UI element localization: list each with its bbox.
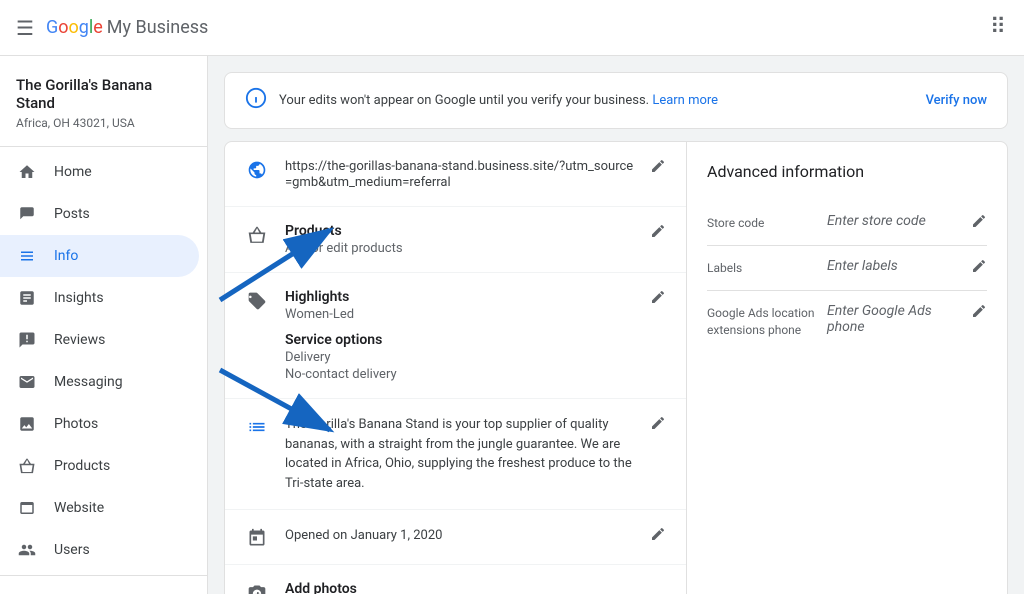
sidebar: The Gorilla's Banana Stand Africa, OH 43… bbox=[0, 56, 208, 594]
sidebar-item-users[interactable]: Users bbox=[0, 529, 199, 571]
highlights-title: Highlights bbox=[285, 289, 638, 305]
opened-content: Opened on January 1, 2020 bbox=[285, 526, 638, 546]
bag-icon bbox=[245, 225, 269, 245]
content-area: Your edits won't appear on Google until … bbox=[208, 56, 1024, 594]
highlights-value: Women-Led bbox=[285, 307, 638, 322]
sidebar-label-photos: Photos bbox=[54, 416, 98, 432]
edit-highlights-icon[interactable] bbox=[650, 289, 666, 309]
sidebar-item-posts[interactable]: Posts bbox=[0, 193, 199, 235]
reviews-icon bbox=[16, 329, 38, 351]
posts-icon bbox=[16, 203, 38, 225]
photos-icon bbox=[16, 413, 38, 435]
add-photos-content: Add photos bbox=[285, 581, 666, 594]
website-url: https://the-gorillas-banana-stand.busine… bbox=[285, 159, 633, 190]
sidebar-item-photos[interactable]: Photos bbox=[0, 403, 199, 445]
products-title: Products bbox=[285, 223, 638, 239]
sidebar-item-info[interactable]: Info bbox=[0, 235, 199, 277]
logo: Google My Business bbox=[46, 17, 208, 38]
info-row-highlights: Highlights Women-Led Service options Del… bbox=[225, 273, 686, 399]
sidebar-item-home[interactable]: Home bbox=[0, 151, 199, 193]
business-address: Africa, OH 43021, USA bbox=[0, 116, 207, 142]
sidebar-item-website[interactable]: Website bbox=[0, 487, 199, 529]
website-url-content: https://the-gorillas-banana-stand.busine… bbox=[285, 158, 638, 190]
info-icon bbox=[16, 245, 38, 267]
insights-icon bbox=[16, 287, 38, 309]
products-icon bbox=[16, 455, 38, 477]
sidebar-item-reviews[interactable]: Reviews bbox=[0, 319, 199, 361]
website-icon bbox=[16, 497, 38, 519]
sidebar-label-messaging: Messaging bbox=[54, 374, 123, 390]
google-ads-value: Enter Google Ads phone bbox=[827, 303, 963, 335]
info-card: https://the-gorillas-banana-stand.busine… bbox=[224, 141, 1008, 594]
products-content: Products Add or edit products bbox=[285, 223, 638, 256]
sidebar-divider-top bbox=[0, 146, 207, 147]
adv-row-google-ads: Google Ads location extensions phone Ent… bbox=[707, 291, 987, 351]
business-name: The Gorilla's Banana Stand bbox=[0, 64, 207, 116]
info-row-add-photos: Add photos bbox=[225, 565, 686, 594]
service-options-title: Service options bbox=[285, 332, 638, 348]
info-row-description: The Gorilla's Banana Stand is your top s… bbox=[225, 399, 686, 510]
sidebar-label-website: Website bbox=[54, 500, 104, 516]
products-subtitle: Add or edit products bbox=[285, 241, 638, 256]
home-icon bbox=[16, 161, 38, 183]
info-row-website: https://the-gorillas-banana-stand.busine… bbox=[225, 142, 686, 207]
users-icon bbox=[16, 539, 38, 561]
logo-google: Google bbox=[46, 17, 103, 38]
edit-opened-icon[interactable] bbox=[650, 526, 666, 546]
highlights-content: Highlights Women-Led Service options Del… bbox=[285, 289, 638, 382]
sidebar-item-create-ad[interactable]: Create an ad bbox=[0, 584, 199, 594]
edit-google-ads-icon[interactable] bbox=[971, 303, 987, 323]
edit-products-icon[interactable] bbox=[650, 223, 666, 243]
add-photos-text: Add photos bbox=[285, 581, 357, 594]
advanced-column: Advanced information Store code Enter st… bbox=[687, 142, 1007, 594]
sidebar-divider-bottom bbox=[0, 575, 207, 576]
messaging-icon bbox=[16, 371, 38, 393]
opened-text: Opened on January 1, 2020 bbox=[285, 528, 442, 543]
sidebar-item-messaging[interactable]: Messaging bbox=[0, 361, 199, 403]
lines-icon bbox=[245, 417, 269, 437]
sidebar-label-home: Home bbox=[54, 164, 92, 180]
banner-text: Your edits won't appear on Google until … bbox=[279, 93, 906, 108]
sidebar-item-insights[interactable]: Insights bbox=[0, 277, 199, 319]
menu-icon[interactable]: ☰ bbox=[16, 16, 34, 40]
advanced-title: Advanced information bbox=[707, 162, 987, 181]
sidebar-label-insights: Insights bbox=[54, 290, 104, 306]
edit-store-code-icon[interactable] bbox=[971, 213, 987, 233]
edit-labels-icon[interactable] bbox=[971, 258, 987, 278]
sidebar-label-products: Products bbox=[54, 458, 110, 474]
store-code-value: Enter store code bbox=[827, 213, 963, 229]
google-ads-label: Google Ads location extensions phone bbox=[707, 303, 827, 339]
service-delivery: Delivery bbox=[285, 350, 638, 365]
adv-row-store-code: Store code Enter store code bbox=[707, 201, 987, 246]
description-content: The Gorilla's Banana Stand is your top s… bbox=[285, 415, 638, 493]
edit-website-icon[interactable] bbox=[650, 158, 666, 178]
description-text: The Gorilla's Banana Stand is your top s… bbox=[285, 417, 632, 491]
info-row-products: Products Add or edit products bbox=[225, 207, 686, 273]
service-no-contact: No-contact delivery bbox=[285, 367, 638, 382]
camera-add-icon bbox=[245, 583, 269, 594]
apps-icon[interactable]: ⠿ bbox=[990, 15, 1008, 40]
edit-description-icon[interactable] bbox=[650, 415, 666, 435]
labels-label: Labels bbox=[707, 258, 827, 277]
labels-value: Enter labels bbox=[827, 258, 963, 274]
sidebar-label-posts: Posts bbox=[54, 206, 90, 222]
adv-row-labels: Labels Enter labels bbox=[707, 246, 987, 291]
logo-my-business: My Business bbox=[107, 17, 209, 38]
info-row-opened: Opened on January 1, 2020 bbox=[225, 510, 686, 565]
verify-now-link[interactable]: Verify now bbox=[906, 93, 987, 108]
sidebar-item-products[interactable]: Products bbox=[0, 445, 199, 487]
globe-icon bbox=[245, 160, 269, 180]
sidebar-label-users: Users bbox=[54, 542, 90, 558]
info-column: https://the-gorillas-banana-stand.busine… bbox=[225, 142, 687, 594]
main-layout: The Gorilla's Banana Stand Africa, OH 43… bbox=[0, 56, 1024, 594]
tag-icon bbox=[245, 291, 269, 311]
info-circle-icon bbox=[245, 87, 267, 114]
topbar: ☰ Google My Business ⠿ bbox=[0, 0, 1024, 56]
info-banner: Your edits won't appear on Google until … bbox=[224, 72, 1008, 129]
sidebar-label-reviews: Reviews bbox=[54, 332, 105, 348]
learn-more-link[interactable]: Learn more bbox=[652, 93, 718, 108]
calendar-icon bbox=[245, 528, 269, 548]
sidebar-label-info: Info bbox=[54, 248, 78, 264]
store-code-label: Store code bbox=[707, 213, 827, 232]
